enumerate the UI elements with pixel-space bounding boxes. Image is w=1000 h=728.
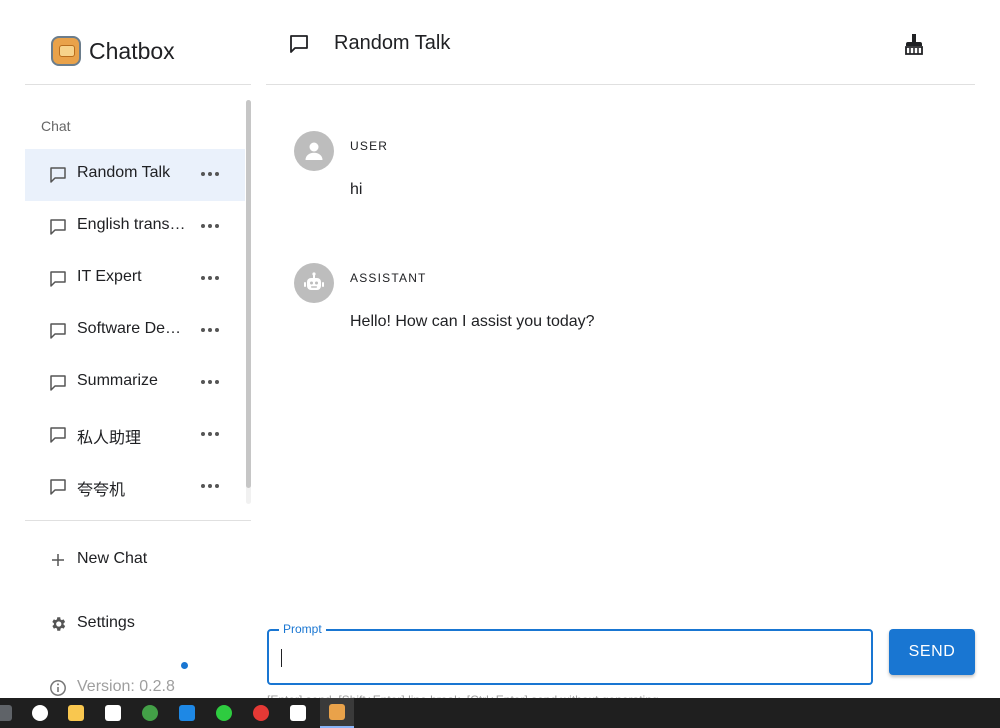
message-text: Hello! How can I assist you today? [350,313,595,330]
chat-bubble-icon [50,167,66,183]
os-taskbar [0,698,1000,728]
page-title: Random Talk [334,32,451,54]
sidebar-chat-item[interactable]: Summarize [25,357,245,409]
message-role: USER [350,139,389,153]
sidebar-chat-item[interactable]: English translator [25,201,245,253]
new-chat-button[interactable]: New Chat [25,540,251,580]
sidebar-chat-item[interactable]: Software Developer [25,305,245,357]
file-explorer-icon-glyph [68,705,84,721]
message-role: ASSISTANT [350,271,427,285]
more-options-icon[interactable] [201,275,219,281]
chat-bubble-icon [290,35,308,53]
send-button[interactable]: SEND [889,629,975,675]
search-app-icon[interactable] [0,701,16,725]
prompt-input[interactable] [279,643,863,673]
clean-chat-broom-icon[interactable] [902,32,926,56]
more-options-icon[interactable] [201,483,219,489]
chrome-icon[interactable] [249,701,273,725]
chat-item-label: 私人助理 [77,430,142,447]
app-name: Chatbox [89,37,175,64]
update-badge [181,662,188,669]
qq-icon-glyph [32,705,48,721]
divider [25,520,251,521]
new-chat-label: New Chat [77,550,148,567]
openai-icon-glyph [290,705,306,721]
chat-item-label: English translator [77,216,189,233]
chat-section-label: Chat [41,118,71,134]
chat-item-label: IT Expert [77,268,142,285]
chat-item-label: Software Developer [77,320,189,337]
qq-icon[interactable] [28,701,52,725]
chat-list: Random Talk English translator IT Expert So… [25,149,245,513]
green-app-icon-glyph [142,705,158,721]
sidebar-chat-item[interactable]: 私人助理 [25,409,245,461]
chatbox-window: Chatbox Chat Random Talk English translat… [0,0,1000,728]
chat-bubble-icon [50,219,66,235]
chat-bubble-icon [50,323,66,339]
gear-icon [52,617,66,631]
green-app-icon[interactable] [138,701,162,725]
wechat-icon[interactable] [212,701,236,725]
sidebar: Chatbox Chat Random Talk English translat… [25,0,251,698]
scrollbar-thumb[interactable] [246,100,251,488]
text-caret [281,649,282,667]
file-explorer-icon[interactable] [64,701,88,725]
chat-bubble-icon [50,271,66,287]
plus-icon [52,554,64,566]
chat-header: Random Talk [266,0,975,85]
chatbox-app-icon[interactable] [320,698,354,728]
more-options-icon[interactable] [201,223,219,229]
chatbox-logo-icon [51,36,81,66]
more-options-icon[interactable] [201,171,219,177]
chat-item-label: Summarize [77,372,158,389]
chat-item-label: 夸夸机 [77,482,126,499]
wechat-icon-glyph [216,705,232,721]
more-options-icon[interactable] [201,431,219,437]
user-avatar [294,131,334,171]
chatbox-app-icon-glyph [329,704,345,720]
message-text: hi [350,181,363,198]
robot-icon [304,272,324,290]
sidebar-scrollbar[interactable] [246,100,251,504]
person-icon [305,142,323,160]
more-options-icon[interactable] [201,327,219,333]
brand: Chatbox [51,34,175,68]
sidebar-chat-item[interactable]: 夸夸机 [25,461,245,513]
openai-icon[interactable] [286,701,310,725]
info-icon [50,680,66,696]
chat-item-label: Random Talk [77,164,171,181]
settings-label: Settings [77,614,135,631]
chrome-icon-glyph [253,705,269,721]
chat-bubble-icon [50,479,66,495]
sidebar-chat-item[interactable]: Random Talk [25,149,245,201]
search-app-icon-glyph [0,705,12,721]
more-options-icon[interactable] [201,379,219,385]
edge-browser-icon[interactable] [175,701,199,725]
assistant-avatar [294,263,334,303]
sidebar-chat-item[interactable]: IT Expert [25,253,245,305]
edge-browser-icon-glyph [179,705,195,721]
prompt-label: Prompt [279,622,326,636]
capcut-icon[interactable] [101,701,125,725]
divider [25,84,251,85]
settings-button[interactable]: Settings [25,604,251,644]
chat-bubble-icon [50,427,66,443]
chat-bubble-icon [50,375,66,391]
version-label: Version: 0.2.8 [77,678,175,695]
capcut-icon-glyph [105,705,121,721]
prompt-field[interactable]: Prompt [267,622,873,685]
